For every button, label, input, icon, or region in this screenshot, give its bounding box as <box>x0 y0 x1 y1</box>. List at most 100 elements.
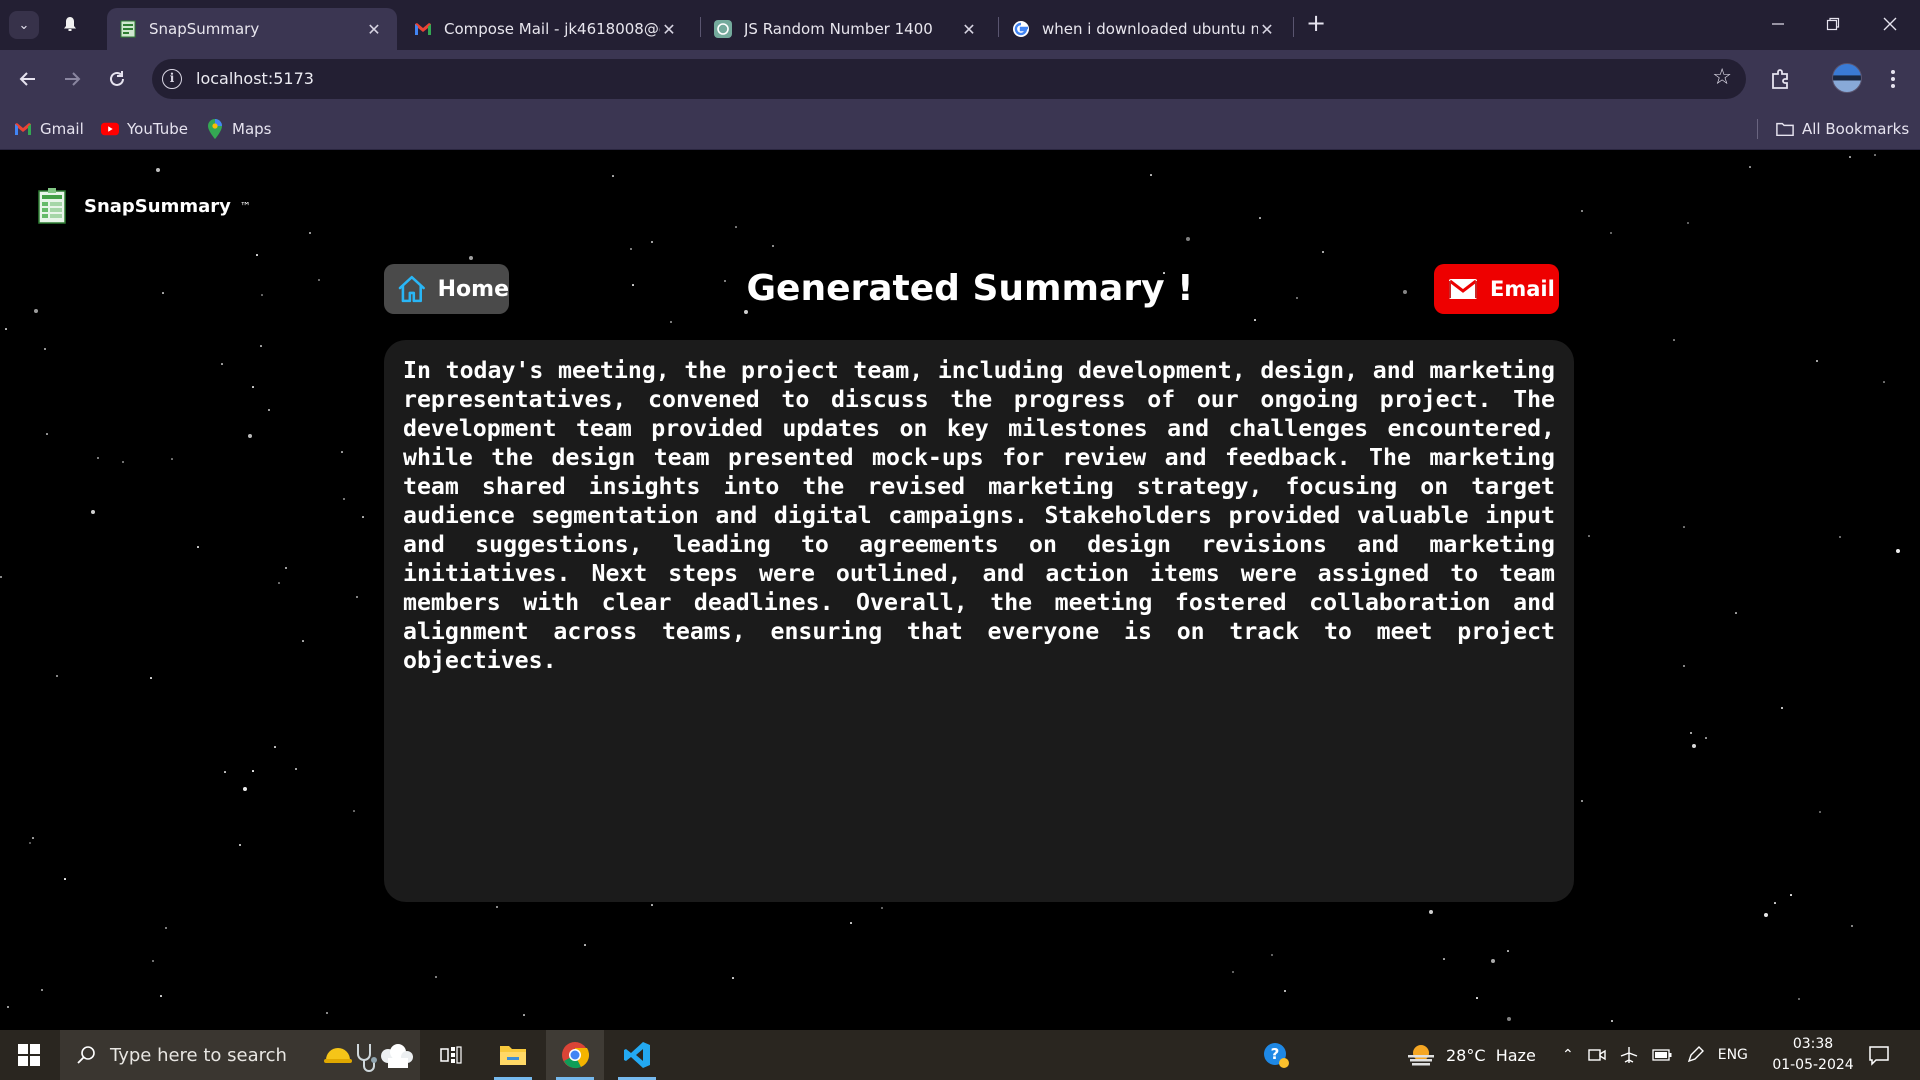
address-bar[interactable]: i localhost:5173 ☆ <box>152 59 1746 99</box>
notifications-button[interactable] <box>1868 1030 1890 1080</box>
site-info-icon[interactable]: i <box>162 69 182 89</box>
star-dot <box>881 907 883 909</box>
bookmark-youtube[interactable]: YouTube <box>101 118 188 140</box>
tab-compose-mail[interactable]: Compose Mail - jk4618008@gm ✕ <box>402 8 692 50</box>
star-dot <box>1683 526 1685 528</box>
language-indicator[interactable]: ENG <box>1718 1047 1748 1063</box>
star-dot <box>91 510 95 514</box>
reload-button[interactable] <box>102 64 132 94</box>
help-circle-icon: ? <box>1264 1043 1289 1068</box>
star-dot <box>34 309 38 313</box>
home-button[interactable]: Home <box>384 264 509 314</box>
task-view-icon <box>440 1046 462 1064</box>
star-dot <box>356 596 358 598</box>
star-dot <box>239 844 241 846</box>
vscode-taskbar-button[interactable] <box>608 1030 666 1080</box>
profile-avatar[interactable] <box>1832 63 1862 93</box>
star-dot <box>1673 339 1675 341</box>
pinned-tab[interactable] <box>60 14 80 34</box>
star-dot <box>295 768 297 770</box>
page-title: Generated Summary ! <box>746 268 1194 309</box>
star-dot <box>1883 381 1885 383</box>
star-dot <box>1322 251 1324 253</box>
help-tray-icon[interactable]: ? <box>1262 1030 1290 1080</box>
star-dot <box>243 787 247 791</box>
airplane-mode-icon[interactable] <box>1620 1046 1638 1064</box>
close-icon[interactable]: ✕ <box>365 20 383 39</box>
notification-center-icon <box>1869 1046 1889 1066</box>
brand-name: SnapSummary <box>84 195 231 217</box>
window-close-button[interactable] <box>1870 10 1910 38</box>
star-dot <box>56 675 58 677</box>
close-icon[interactable]: ✕ <box>660 20 678 39</box>
star-dot <box>160 995 162 997</box>
battery-icon[interactable] <box>1652 1049 1672 1061</box>
taskbar-clock[interactable]: 03:38 01-05-2024 <box>1763 1034 1863 1076</box>
star-dot <box>1284 990 1286 992</box>
clock-time: 03:38 <box>1792 1036 1834 1052</box>
snapsummary-favicon-icon <box>119 20 137 38</box>
close-icon[interactable]: ✕ <box>960 20 978 39</box>
star-dot <box>1254 319 1256 321</box>
weather-widget[interactable]: 28°C Haze <box>1406 1030 1536 1080</box>
taskbar-search[interactable]: Type here to search <box>60 1030 420 1080</box>
bookmarks-bar: Gmail YouTube Maps All Bookmarks <box>0 108 1920 150</box>
star-dot <box>1851 925 1853 927</box>
restore-button[interactable] <box>1813 10 1853 38</box>
star-dot <box>1781 707 1783 709</box>
file-explorer-button[interactable] <box>484 1030 542 1080</box>
haze-weather-icon <box>1408 1045 1434 1066</box>
star-dot <box>326 1012 328 1014</box>
puzzle-icon <box>1772 69 1788 89</box>
star-dot <box>0 576 2 578</box>
url-text[interactable]: localhost:5173 <box>196 69 314 88</box>
forward-button[interactable] <box>57 64 87 94</box>
browser-menu-button[interactable] <box>1878 64 1908 94</box>
star-dot <box>1610 232 1612 234</box>
tab-google-search[interactable]: when i downloaded ubuntu my ✕ <box>1000 8 1290 50</box>
notification-bell-icon <box>64 17 76 31</box>
star-dot <box>353 810 355 812</box>
tab-snapsummary[interactable]: SnapSummary ✕ <box>107 8 397 50</box>
bookmark-maps[interactable]: Maps <box>206 118 271 140</box>
minimize-icon <box>1772 23 1784 25</box>
star-dot <box>1764 913 1768 917</box>
star-dot <box>651 904 653 906</box>
email-button[interactable]: Email <box>1434 264 1559 314</box>
star-dot <box>612 175 614 177</box>
star-dot <box>7 1006 9 1008</box>
pen-icon[interactable] <box>1686 1046 1704 1064</box>
star-dot <box>1507 1017 1511 1021</box>
bookmark-gmail[interactable]: Gmail <box>14 118 84 140</box>
tab-js-random[interactable]: JS Random Number 1400 ✕ <box>702 8 992 50</box>
meet-now-icon[interactable] <box>1588 1047 1606 1063</box>
star-dot <box>1581 210 1583 212</box>
start-button[interactable] <box>0 1030 58 1080</box>
star-dot <box>1403 290 1407 294</box>
star-dot <box>285 567 287 569</box>
browser-tab-strip: ⌄ SnapSummary ✕ Compose Mail - jk4618008… <box>0 0 1920 50</box>
star-dot <box>1507 950 1509 952</box>
extensions-button[interactable] <box>1766 64 1796 94</box>
brand-logo[interactable]: SnapSummary ™ <box>38 188 252 224</box>
all-bookmarks[interactable]: All Bookmarks <box>1776 118 1909 140</box>
star-dot <box>268 409 270 411</box>
back-button[interactable] <box>13 64 43 94</box>
star-dot <box>32 837 34 839</box>
tab-title: SnapSummary <box>149 20 260 38</box>
chrome-taskbar-button[interactable] <box>546 1030 604 1080</box>
tab-search-button[interactable]: ⌄ <box>9 11 39 39</box>
task-view-button[interactable] <box>422 1030 480 1080</box>
star-dot <box>64 878 66 880</box>
star-dot <box>1774 902 1776 904</box>
star-dot <box>1816 360 1818 362</box>
bookmark-star-icon[interactable]: ☆ <box>1712 67 1732 89</box>
close-icon[interactable]: ✕ <box>1258 20 1276 39</box>
star-dot <box>309 232 311 234</box>
star-dot <box>1849 156 1851 158</box>
star-dot <box>343 498 345 500</box>
new-tab-button[interactable]: + <box>1304 11 1328 37</box>
summary-card: In today's meeting, the project team, in… <box>384 340 1574 902</box>
chevron-up-icon[interactable]: ⌃ <box>1562 1047 1574 1063</box>
minimize-button[interactable] <box>1758 10 1798 38</box>
